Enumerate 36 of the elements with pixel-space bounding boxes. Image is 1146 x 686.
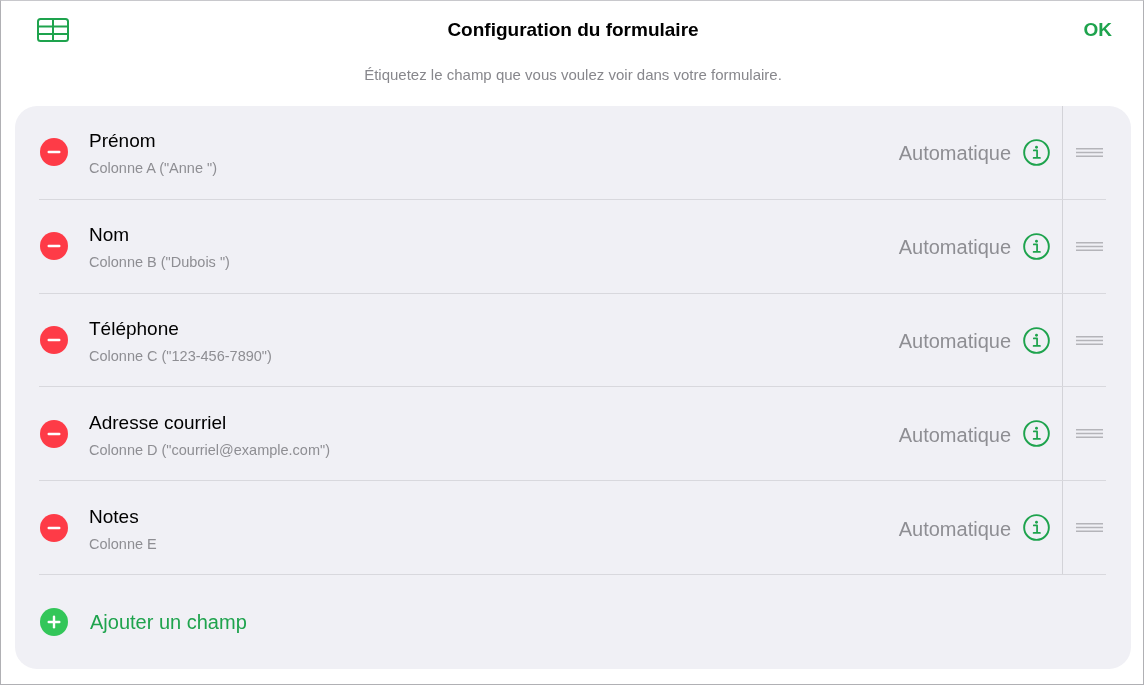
table-icon[interactable] bbox=[37, 18, 69, 42]
plus-icon bbox=[40, 608, 68, 637]
field-name: Adresse courriel bbox=[89, 410, 227, 435]
field-type: Automatique bbox=[898, 141, 1011, 166]
field-name: Nom bbox=[89, 223, 130, 248]
ok-button[interactable]: OK bbox=[1083, 18, 1112, 42]
drag-handle-icon[interactable] bbox=[1076, 523, 1103, 533]
field-source: Colonne A ("Anne ") bbox=[89, 159, 217, 178]
instruction-text: Étiquetez le champ que vous voulez voir dans votre formulaire. bbox=[364, 65, 782, 85]
drag-handle-icon[interactable] bbox=[1076, 147, 1103, 157]
remove-icon[interactable] bbox=[40, 419, 68, 448]
info-icon[interactable] bbox=[1023, 514, 1050, 542]
info-icon[interactable] bbox=[1023, 326, 1050, 354]
info-icon[interactable] bbox=[1023, 138, 1050, 166]
field-type: Automatique bbox=[898, 235, 1011, 260]
drag-handle-icon[interactable] bbox=[1076, 335, 1103, 345]
remove-icon[interactable] bbox=[40, 326, 68, 355]
field-name: Prénom bbox=[89, 129, 156, 154]
remove-icon[interactable] bbox=[40, 232, 68, 261]
drag-handle-icon[interactable] bbox=[1076, 241, 1103, 251]
remove-icon[interactable] bbox=[40, 513, 68, 542]
field-name: Notes bbox=[89, 504, 139, 529]
field-name: Téléphone bbox=[89, 317, 179, 342]
field-type: Automatique bbox=[898, 422, 1011, 447]
dialog-title: Configuration du formulaire bbox=[447, 18, 699, 42]
field-source: Colonne E bbox=[89, 534, 157, 553]
drag-handle-icon[interactable] bbox=[1076, 429, 1103, 439]
field-source: Colonne C ("123-456-7890") bbox=[89, 347, 272, 366]
info-icon[interactable] bbox=[1023, 420, 1050, 448]
field-source: Colonne B ("Dubois ") bbox=[89, 253, 230, 272]
field-type: Automatique bbox=[898, 516, 1011, 541]
info-icon[interactable] bbox=[1023, 232, 1050, 260]
field-source: Colonne D ("courriel@example.com") bbox=[89, 440, 330, 459]
add-field-button[interactable]: Ajouter un champ bbox=[40, 608, 247, 637]
remove-icon[interactable] bbox=[40, 138, 68, 167]
field-type: Automatique bbox=[898, 329, 1011, 354]
